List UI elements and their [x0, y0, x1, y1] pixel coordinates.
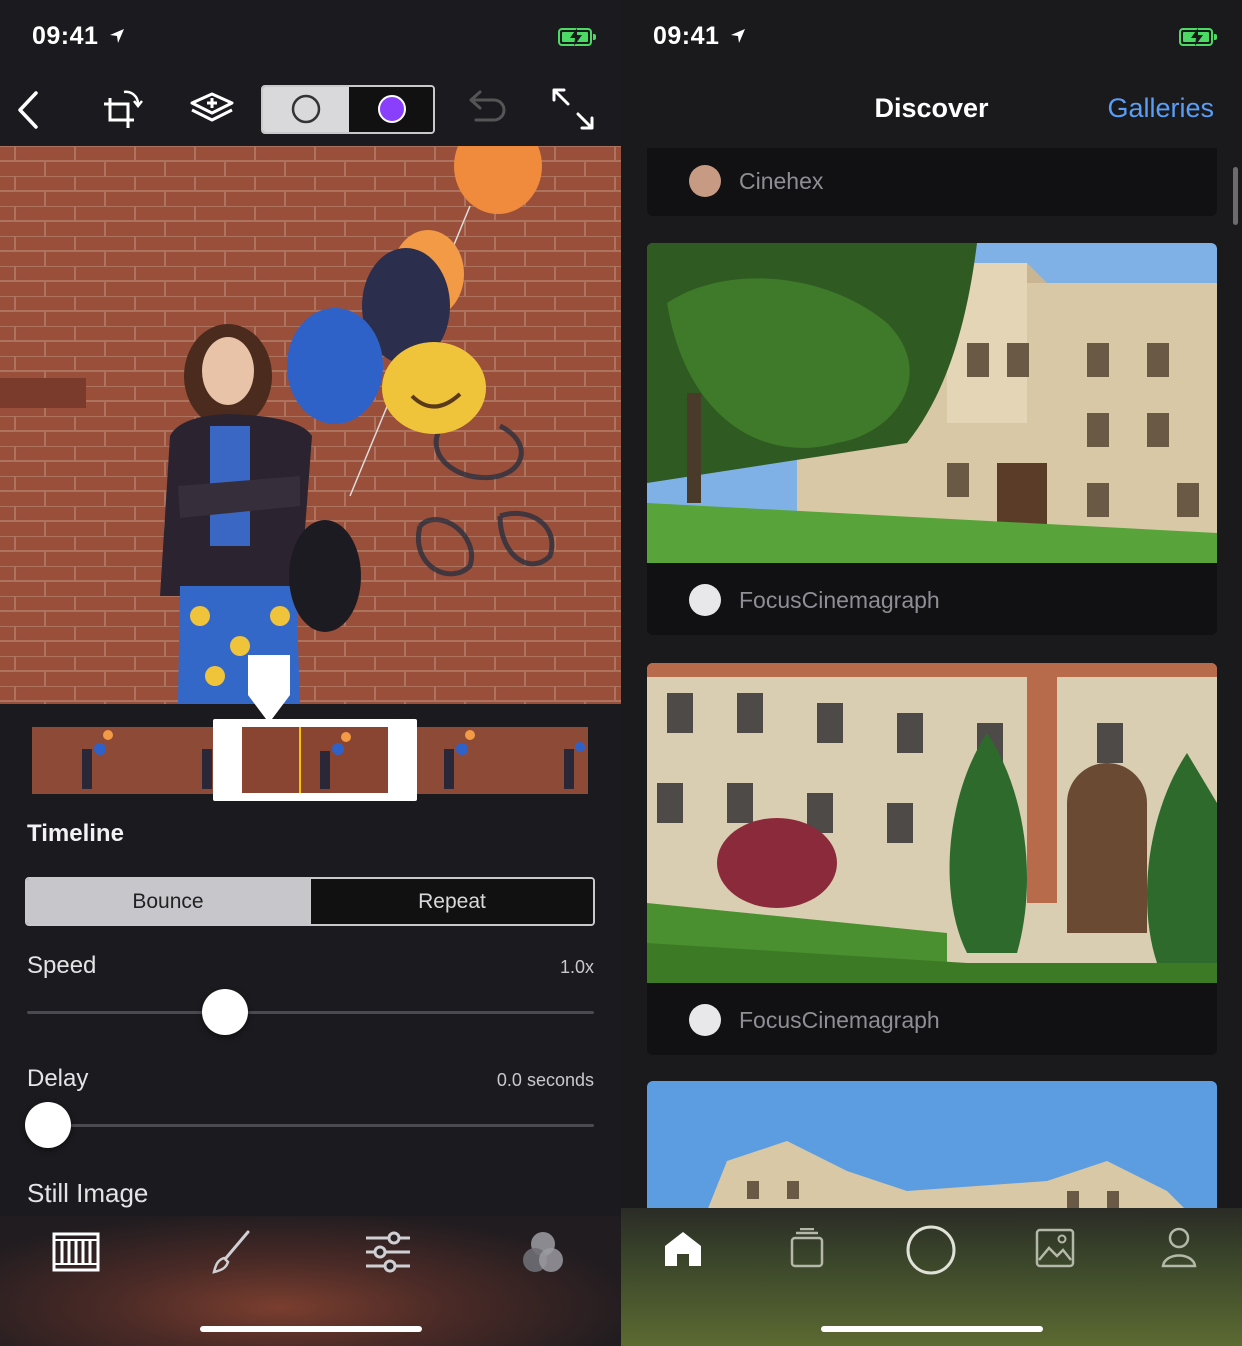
battery-icon [1179, 28, 1217, 46]
cinemagraph-thumbnail[interactable] [647, 1081, 1217, 1208]
loop-mode-segmented-control[interactable]: Bounce Repeat [25, 877, 595, 926]
cinemagraph-thumbnail[interactable] [647, 663, 1217, 983]
discover-tab-bar [621, 1208, 1242, 1346]
location-arrow-icon [109, 29, 124, 43]
timeline-position-pin[interactable] [246, 655, 292, 725]
timeline-title: Timeline [27, 820, 124, 847]
home-icon[interactable] [663, 1228, 703, 1268]
feed-card[interactable] [647, 1081, 1217, 1208]
status-time: 09:41 [653, 22, 747, 51]
delay-slider-track[interactable] [27, 1124, 594, 1127]
galleries-link[interactable]: Galleries [1107, 93, 1214, 124]
crop-rotate-icon[interactable] [102, 88, 144, 130]
cinemagraph-canvas[interactable] [0, 146, 621, 704]
avatar [689, 165, 721, 197]
empty-circle-icon [291, 94, 321, 124]
delay-label: Delay [27, 1065, 89, 1092]
post-author[interactable]: FocusCinemagraph [689, 1004, 940, 1036]
brick-wall-photo [0, 146, 621, 704]
feed-card[interactable]: FocusCinemagraph [647, 243, 1217, 635]
bounce-option[interactable]: Bounce [27, 879, 309, 924]
filled-circle-icon [378, 95, 406, 123]
back-chevron-icon[interactable] [14, 90, 40, 130]
speed-label: Speed [27, 952, 97, 979]
discover-screen: 09:41 Discover Galleries Cinehex FocusCi… [621, 0, 1242, 1346]
speed-slider-thumb[interactable] [202, 989, 249, 1035]
location-arrow-icon [730, 29, 745, 43]
status-time: 09:41 [32, 22, 126, 51]
author-name: FocusCinemagraph [739, 586, 940, 613]
battery-icon [558, 28, 596, 46]
delay-value: 0.0 seconds [496, 1070, 594, 1090]
filters-icon[interactable] [518, 1228, 568, 1278]
timeline-selection-frame[interactable] [213, 719, 417, 801]
gallery-icon[interactable] [1035, 1228, 1075, 1268]
mask-paint-option[interactable] [349, 87, 433, 132]
feed-card[interactable]: Cinehex [647, 148, 1217, 216]
editor-screen: 09:41 Timeline Bounce Repeat Speed 1.0x … [0, 0, 621, 1346]
scrollbar[interactable] [1233, 167, 1238, 225]
delay-slider-thumb[interactable] [25, 1102, 71, 1148]
library-icon[interactable] [789, 1228, 825, 1268]
undo-icon[interactable] [460, 88, 506, 130]
home-indicator [821, 1326, 1043, 1332]
discover-feed[interactable]: Cinehex FocusCinemagraph FocusCinemagrap… [621, 148, 1242, 1208]
filmstrip-icon[interactable] [52, 1232, 100, 1272]
cinemagraph-thumbnail[interactable] [647, 243, 1217, 563]
editor-tab-bar [0, 1216, 621, 1346]
mask-mode-toggle[interactable] [261, 85, 435, 134]
mask-erase-option[interactable] [263, 87, 349, 132]
avatar [689, 584, 721, 616]
brush-icon[interactable] [208, 1228, 256, 1276]
speed-value: 1.0x [559, 957, 594, 977]
playhead-marker[interactable] [299, 727, 301, 793]
author-name: Cinehex [739, 167, 824, 194]
author-name: FocusCinemagraph [739, 1006, 940, 1033]
expand-icon[interactable] [550, 86, 596, 132]
still-image-label: Still Image [27, 1178, 149, 1208]
avatar [689, 1004, 721, 1036]
speed-slider-track[interactable] [27, 1011, 594, 1014]
post-author[interactable]: FocusCinemagraph [689, 584, 940, 616]
profile-icon[interactable] [1161, 1226, 1197, 1268]
post-author[interactable]: Cinehex [689, 165, 823, 197]
home-indicator [200, 1326, 422, 1332]
add-layer-icon[interactable] [188, 92, 236, 126]
adjustments-icon[interactable] [364, 1230, 412, 1274]
repeat-option[interactable]: Repeat [309, 879, 593, 924]
feed-card[interactable]: FocusCinemagraph [647, 663, 1217, 1055]
capture-icon[interactable] [905, 1224, 957, 1276]
selected-frame-preview [242, 727, 388, 793]
